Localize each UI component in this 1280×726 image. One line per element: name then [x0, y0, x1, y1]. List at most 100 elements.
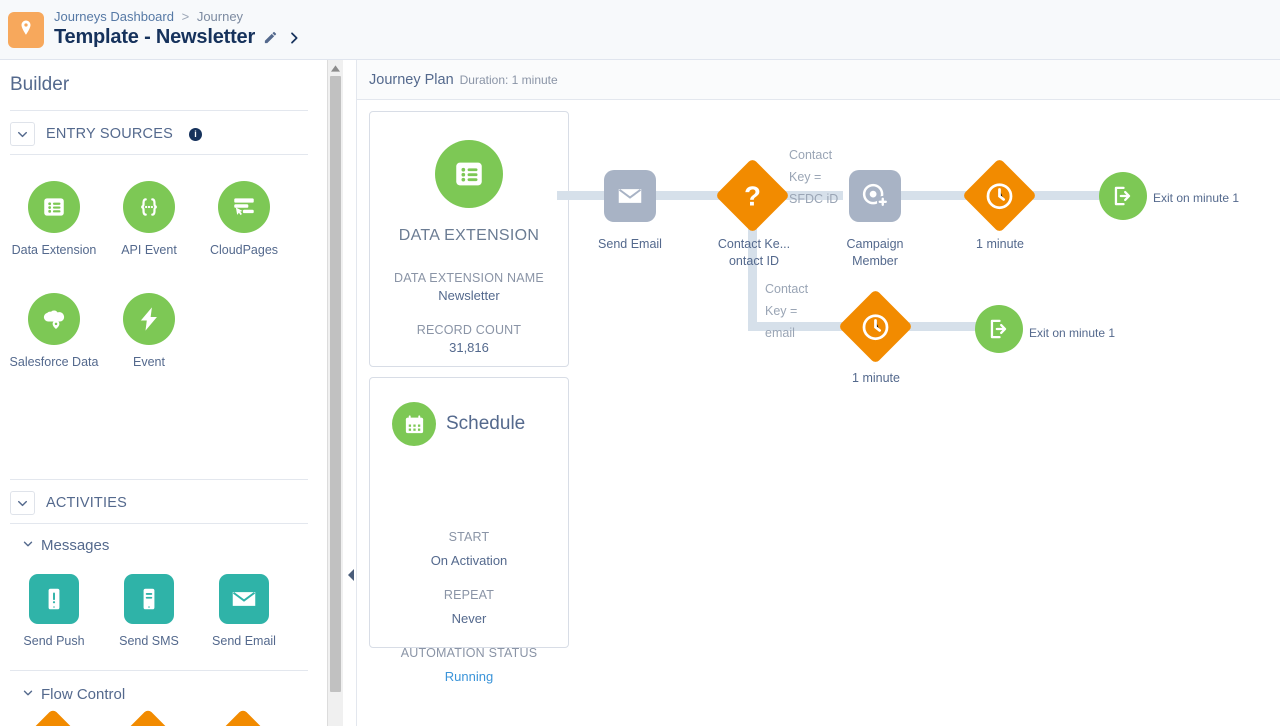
node-label-wait-top: 1 minute — [955, 236, 1045, 253]
sidebar-group-label: Flow Control — [41, 686, 125, 703]
chevron-down-icon[interactable] — [22, 537, 34, 554]
journey-canvas: Journey Plan Duration: 1 minute DATA EXT… — [356, 60, 1280, 726]
sidebar-item-send-sms[interactable]: Send SMS — [101, 574, 197, 650]
schedule-card-heading: Schedule — [446, 413, 525, 435]
data-extension-icon — [435, 140, 503, 208]
sidebar-item-label: Send Push — [23, 633, 84, 650]
sidebar-section-entry-sources[interactable]: ENTRY SOURCES i — [10, 122, 202, 146]
schedule-key: START — [370, 530, 568, 544]
app-header: Journeys Dashboard > Journey Template - … — [0, 0, 1280, 60]
entry-card-heading: DATA EXTENSION — [370, 227, 568, 245]
sidebar-item-label: Send SMS — [119, 633, 179, 650]
sidebar-item-label: CloudPages — [210, 242, 278, 259]
breadcrumb-separator: > — [182, 9, 190, 24]
question-mark-icon: ? — [18, 709, 89, 726]
node-send-email[interactable] — [604, 170, 656, 222]
entry-card-key: RECORD COUNT — [370, 323, 568, 337]
sidebar-item-random-split[interactable] — [218, 719, 268, 726]
schedule-value: On Activation — [370, 553, 568, 568]
sidebar-title: Builder — [10, 74, 69, 96]
sidebar-group-label: Messages — [41, 537, 109, 554]
sidebar-item-salesforce-data[interactable]: Salesforce Data — [6, 293, 102, 371]
location-pin-icon — [17, 19, 35, 42]
builder-sidebar: Builder ENTRY SOURCES i Data Extension A… — [0, 60, 327, 726]
sidebar-item-label: Event — [133, 354, 165, 371]
envelope-icon — [219, 574, 269, 624]
automation-status-link[interactable]: Running — [370, 669, 568, 684]
svg-text:?: ? — [744, 181, 761, 211]
exit-icon — [975, 305, 1023, 353]
connector — [1033, 191, 1103, 200]
sidebar-item-label: Salesforce Data — [10, 354, 99, 371]
list-icon — [28, 181, 80, 233]
node-label-campaign-member: Campaign Member — [825, 236, 925, 270]
sidebar-section-activities[interactable]: ACTIVITIES — [10, 491, 127, 515]
chevron-down-icon[interactable] — [10, 122, 35, 146]
scroll-up-arrow-icon[interactable] — [329, 62, 342, 74]
sidebar-item-event[interactable]: Event — [101, 293, 197, 371]
page-title-row: Template - Newsletter — [54, 26, 302, 49]
node-wait-top[interactable] — [973, 169, 1026, 222]
chevron-down-icon[interactable] — [10, 491, 35, 515]
campaign-member-icon — [849, 170, 901, 222]
divider — [10, 154, 308, 155]
breadcrumb-current: Journey — [197, 9, 243, 24]
random-split-icon — [208, 709, 279, 726]
mobile-push-icon — [29, 574, 79, 624]
sidebar-item-label: Send Email — [212, 633, 276, 650]
divider — [10, 670, 308, 671]
sidebar-item-send-push[interactable]: Send Push — [6, 574, 102, 650]
node-label-wait-bottom: 1 minute — [831, 370, 921, 387]
clock-icon — [838, 289, 913, 364]
sidebar-group-flow-control[interactable]: Flow Control — [22, 686, 125, 703]
salesforce-cloud-icon — [28, 293, 80, 345]
sidebar-item-decision-split[interactable]: ? — [28, 719, 78, 726]
node-decision-split[interactable]: ? — [726, 169, 779, 222]
sidebar-item-data-extension[interactable]: Data Extension — [6, 181, 102, 259]
node-exit-bottom[interactable] — [975, 305, 1023, 353]
sidebar-item-label: API Event — [121, 242, 177, 259]
question-mark-icon: ? — [715, 158, 790, 233]
calendar-icon — [392, 402, 436, 446]
node-label-exit-top: Exit on minute 1 — [1153, 191, 1239, 205]
braces-icon — [123, 181, 175, 233]
entry-card-value: 31,816 — [370, 340, 568, 355]
divider — [10, 110, 308, 111]
schedule-value: Never — [370, 611, 568, 626]
info-icon[interactable]: i — [189, 128, 202, 141]
node-exit-top[interactable] — [1099, 172, 1147, 220]
entry-card-value: Newsletter — [370, 288, 568, 303]
sidebar-item-cloudpages[interactable]: CloudPages — [196, 181, 292, 259]
connector — [909, 322, 977, 331]
divider — [10, 523, 308, 524]
breadcrumb-link-dashboard[interactable]: Journeys Dashboard — [54, 9, 174, 24]
entry-card-key: DATA EXTENSION NAME — [370, 271, 568, 285]
pencil-icon[interactable] — [263, 30, 278, 45]
node-campaign-member[interactable] — [849, 170, 901, 222]
breadcrumb: Journeys Dashboard > Journey — [54, 9, 243, 25]
schedule-key: AUTOMATION STATUS — [370, 646, 568, 660]
sidebar-scrollbar-thumb[interactable] — [330, 76, 341, 692]
schedule-key: REPEAT — [370, 588, 568, 602]
chevron-down-icon[interactable] — [22, 686, 34, 703]
connector — [557, 191, 609, 200]
chevron-right-icon[interactable] — [286, 30, 302, 46]
exit-icon — [1099, 172, 1147, 220]
divider — [10, 479, 308, 480]
journey-plan-bar: Journey Plan Duration: 1 minute — [357, 60, 1280, 100]
sidebar-item-engagement-split[interactable] — [123, 719, 173, 726]
node-label-decision-split: Contact Ke... ontact ID — [694, 236, 814, 270]
edge-label-branch-bottom: Contact Key = email — [765, 278, 835, 344]
node-label-exit-bottom: Exit on minute 1 — [1029, 326, 1115, 340]
sidebar-item-api-event[interactable]: API Event — [101, 181, 197, 259]
envelope-icon — [604, 170, 656, 222]
page-title: Template - Newsletter — [54, 26, 255, 49]
node-wait-bottom[interactable] — [849, 300, 902, 353]
node-label-send-email: Send Email — [580, 236, 680, 253]
sidebar-group-messages[interactable]: Messages — [22, 537, 109, 554]
lightning-bolt-icon — [123, 293, 175, 345]
schedule-card[interactable]: Schedule START On Activation REPEAT Neve… — [369, 377, 569, 648]
sidebar-item-send-email[interactable]: Send Email — [196, 574, 292, 650]
entry-source-card[interactable]: DATA EXTENSION DATA EXTENSION NAME Newsl… — [369, 111, 569, 367]
clock-icon — [962, 158, 1037, 233]
